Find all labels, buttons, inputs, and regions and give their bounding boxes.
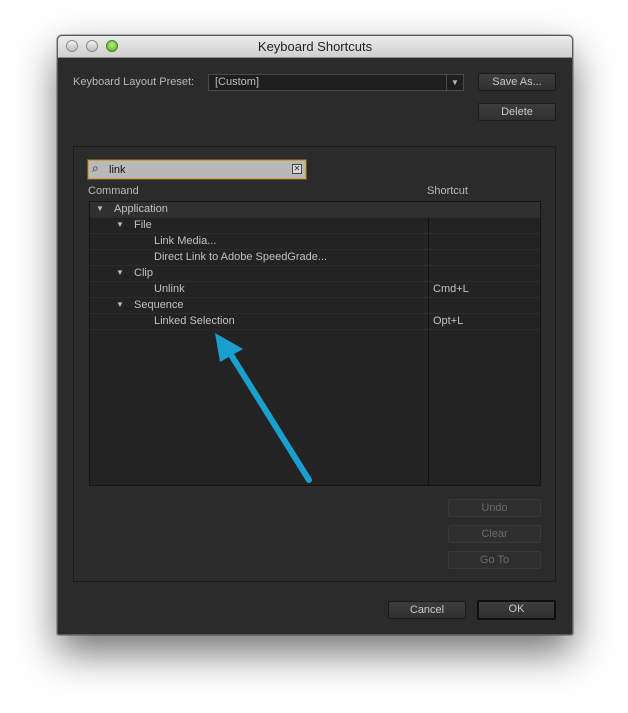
arrow-icon xyxy=(215,333,312,483)
